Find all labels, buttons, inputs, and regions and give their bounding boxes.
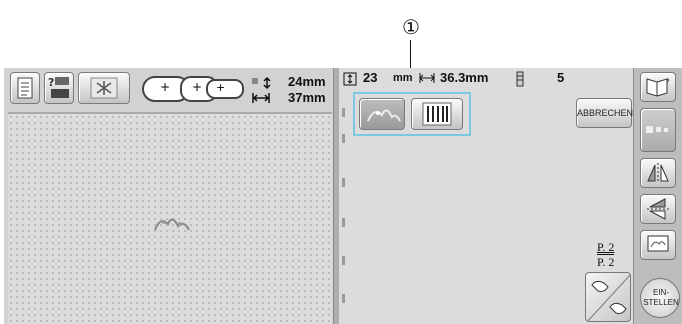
stitch-lines-button[interactable] — [411, 98, 463, 130]
embroidery-screen: ? + + + 24mm 37mm 23 mm 36.3mm 5 ABBRECH… — [4, 68, 682, 324]
frame-center-mark: + — [160, 80, 171, 94]
thread-spool-icon — [516, 71, 524, 87]
einstellen-button[interactable]: EIN- STELLEN — [640, 278, 680, 318]
callout-highlight-box — [353, 92, 471, 136]
layout-button[interactable] — [640, 108, 676, 152]
book-icon: ? — [646, 78, 670, 97]
page-nav-button[interactable] — [585, 272, 631, 322]
frame-size-small[interactable]: + — [206, 79, 244, 99]
info-height-unit: mm — [393, 72, 413, 84]
pattern-view-button[interactable] — [78, 72, 130, 104]
svg-text:?: ? — [665, 78, 670, 88]
size-width-value: 37mm — [288, 90, 326, 105]
stitch-lines-icon — [422, 102, 452, 126]
embroidery-pattern-icon — [154, 218, 190, 231]
callout-number: ① — [402, 15, 420, 39]
machine-help-button[interactable]: ? — [44, 72, 74, 104]
flip-button[interactable] — [640, 194, 676, 224]
mirror-icon — [647, 163, 669, 183]
margin-marker — [342, 256, 352, 265]
width-icon — [419, 73, 435, 83]
margin-marker — [342, 108, 352, 117]
file-list-icon — [17, 77, 33, 99]
info-height-value: 23 — [363, 70, 378, 85]
grid-pattern-icon — [90, 77, 118, 99]
layout-squares-icon — [646, 126, 668, 133]
right-sidebar: ? EIN- STELLEN — [633, 68, 682, 324]
abbrechen-button[interactable]: ABBRECHEN — [576, 98, 633, 128]
info-color-count: 5 — [557, 70, 565, 85]
frame-center-mark: + — [216, 81, 226, 94]
flip-icon — [647, 198, 669, 220]
margin-marker — [342, 218, 352, 227]
pattern-preview-area — [8, 112, 332, 324]
file-list-button[interactable] — [10, 72, 40, 104]
embroidery-pattern-icon — [367, 109, 401, 122]
info-width-value: 36.3mm — [440, 70, 489, 85]
einstellen-label: EIN- STELLEN — [643, 288, 679, 307]
size-arrows-icon — [252, 76, 271, 103]
editing-pane: 23 mm 36.3mm 5 ABBRECHEN P. 2 P. 2 — [339, 68, 633, 324]
sewing-machine-icon: ? — [48, 76, 69, 98]
frame-center-mark: + — [192, 80, 203, 94]
size-height-value: 24mm — [288, 74, 326, 89]
margin-marker — [342, 294, 352, 303]
help-book-button[interactable]: ? — [640, 72, 676, 102]
pattern-select-button[interactable] — [359, 98, 405, 130]
margin-marker — [342, 134, 352, 143]
page-up-down-icon — [587, 274, 630, 321]
page-total: P. 2 — [597, 254, 615, 269]
height-icon — [343, 72, 357, 86]
pattern-edit-icon — [647, 235, 669, 252]
svg-text:?: ? — [48, 76, 54, 89]
pattern-edit-button[interactable] — [640, 230, 676, 260]
margin-marker — [342, 178, 352, 187]
page-current: P. 2 — [597, 240, 615, 254]
mirror-button[interactable] — [640, 158, 676, 188]
